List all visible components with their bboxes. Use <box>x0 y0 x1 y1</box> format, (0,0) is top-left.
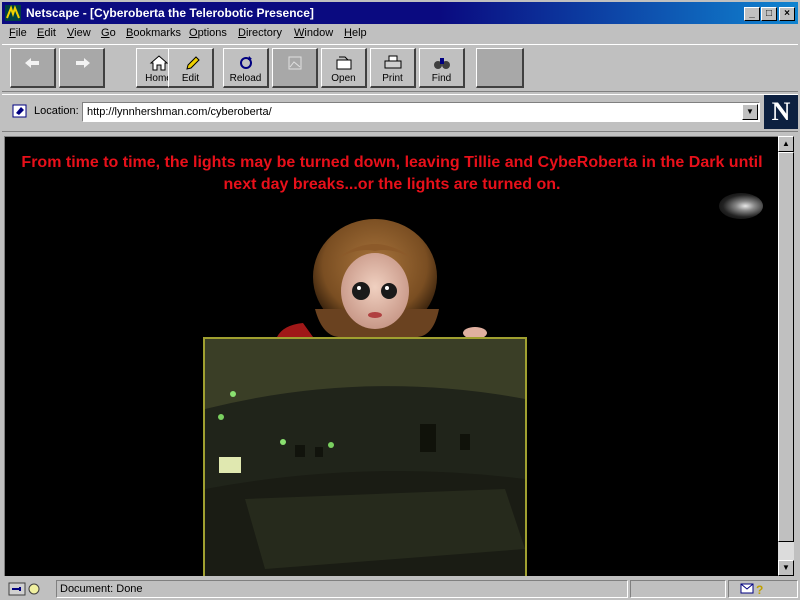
back-button[interactable] <box>10 48 56 88</box>
bookmark-quickfile-icon[interactable] <box>12 103 28 119</box>
page-headline: From time to time, the lights may be tur… <box>21 154 763 193</box>
url-input[interactable] <box>82 102 760 122</box>
forward-arrow-icon <box>75 58 90 68</box>
status-message: Document: Done <box>60 583 143 595</box>
menu-view[interactable]: View <box>67 27 91 39</box>
home-icon <box>149 55 168 71</box>
url-history-dropdown[interactable]: ▼ <box>742 104 758 120</box>
stop-button[interactable] <box>476 48 524 88</box>
location-label: Location: <box>34 105 79 117</box>
pencil-icon <box>185 56 200 70</box>
menu-window[interactable]: Window <box>294 27 333 39</box>
mail-icon[interactable]: ? <box>740 582 768 596</box>
open-button[interactable]: Open <box>321 48 367 88</box>
netscape-app-icon[interactable] <box>5 5 21 21</box>
find-button[interactable]: Find <box>419 48 465 88</box>
menu-go[interactable]: Go <box>101 27 116 39</box>
vertical-scrollbar[interactable]: ▲ ▼ <box>778 136 794 576</box>
minimize-button[interactable]: _ <box>744 7 760 21</box>
webcam-scene <box>205 339 525 576</box>
close-button[interactable]: × <box>779 7 795 21</box>
netscape-logo[interactable]: N <box>764 95 798 129</box>
back-arrow-icon <box>24 58 39 68</box>
maximize-button[interactable]: □ <box>761 7 777 21</box>
progress-panel <box>630 580 726 598</box>
svg-text:?: ? <box>756 583 763 596</box>
scroll-down-button[interactable]: ▼ <box>778 560 794 576</box>
open-icon <box>336 56 351 70</box>
location-bar: Location: ▼ N <box>2 94 798 132</box>
menu-bar: File Edit View Go Bookmarks Options Dire… <box>0 24 800 44</box>
forward-button[interactable] <box>59 48 105 88</box>
images-icon <box>288 56 301 70</box>
print-button[interactable]: Print <box>370 48 416 88</box>
menu-edit[interactable]: Edit <box>37 27 56 39</box>
title-bar: Netscape - [Cyberoberta the Telerobotic … <box>2 2 798 24</box>
printer-icon <box>384 55 401 69</box>
edit-button[interactable]: Edit <box>168 48 214 88</box>
status-bar: Document: Done ? <box>0 578 800 600</box>
window-title: Netscape - [Cyberoberta the Telerobotic … <box>26 6 314 20</box>
reload-icon <box>239 56 252 69</box>
images-button[interactable] <box>272 48 318 88</box>
light-glow-image <box>719 193 763 219</box>
menu-help[interactable]: Help <box>344 27 367 39</box>
page-content: From time to time, the lights may be tur… <box>4 136 778 576</box>
scroll-thumb[interactable] <box>778 152 794 542</box>
menu-options[interactable]: Options <box>189 27 227 39</box>
menu-directory[interactable]: Directory <box>238 27 282 39</box>
menu-bookmarks[interactable]: Bookmarks <box>126 27 181 39</box>
reload-button[interactable]: Reload <box>223 48 269 88</box>
webcam-view-image <box>203 337 527 576</box>
browser-window: Netscape - [Cyberoberta the Telerobotic … <box>0 0 800 600</box>
menu-file[interactable]: File <box>9 27 27 39</box>
binoculars-icon <box>433 58 450 69</box>
security-key-icon[interactable] <box>8 581 46 597</box>
doll-image <box>277 219 487 339</box>
navigation-toolbar: Home Edit Reload Open Print Find <box>2 44 798 92</box>
scroll-up-button[interactable]: ▲ <box>778 136 794 152</box>
